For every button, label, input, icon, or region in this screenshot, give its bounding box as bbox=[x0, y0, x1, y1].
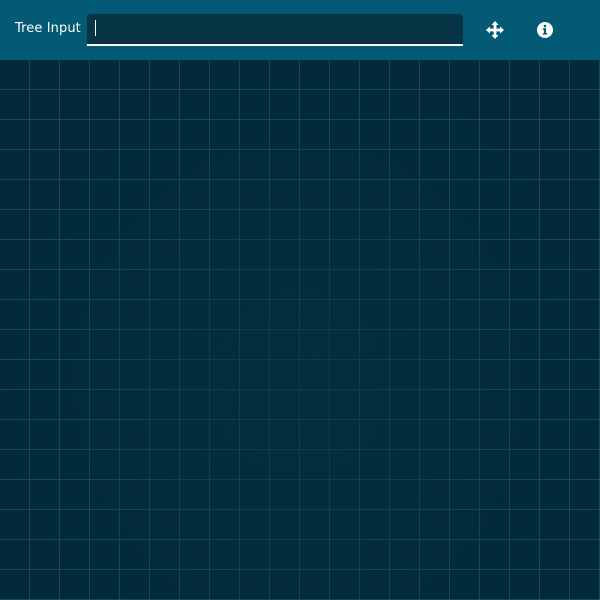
top-toolbar: Tree Input bbox=[0, 0, 600, 60]
info-circle-icon bbox=[537, 22, 553, 38]
text-caret bbox=[95, 20, 96, 36]
tree-input-container[interactable] bbox=[87, 14, 463, 46]
info-button[interactable] bbox=[533, 18, 557, 42]
move-arrows-icon bbox=[486, 21, 504, 39]
tree-canvas-grid[interactable] bbox=[0, 60, 600, 600]
tree-input-field[interactable] bbox=[87, 14, 463, 44]
move-button[interactable] bbox=[483, 18, 507, 42]
tree-input-label: Tree Input bbox=[15, 21, 81, 36]
